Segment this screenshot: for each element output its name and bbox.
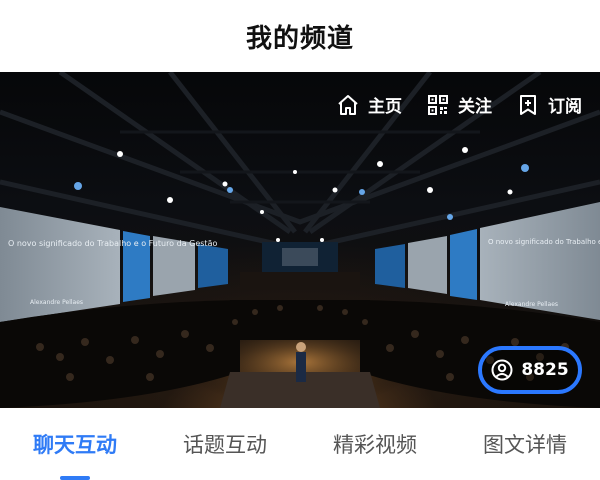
subscribe-label: 订阅	[548, 97, 582, 117]
home-button[interactable]: 主页	[336, 92, 402, 117]
tab-chat-label: 聊天互动	[33, 433, 117, 457]
subscribe-icon	[516, 93, 540, 117]
app-header: 我的频道	[0, 0, 600, 72]
tab-details-label: 图文详情	[483, 433, 567, 457]
page-title: 我的频道	[245, 23, 354, 54]
follow-button[interactable]: 关注	[426, 92, 492, 117]
tab-videos-label: 精彩视频	[333, 433, 417, 457]
left-screen-title: O novo significado do Trabalho e o Futur…	[8, 239, 217, 248]
tab-details[interactable]: 图文详情	[450, 408, 600, 480]
home-label: 主页	[368, 97, 402, 117]
home-icon	[336, 93, 360, 117]
channel-tabs: 聊天互动 话题互动 精彩视频 图文详情	[0, 408, 600, 480]
user-icon	[491, 359, 513, 381]
follow-label: 关注	[458, 97, 492, 117]
right-screen-title: O novo significado do Trabalho e o Futur…	[488, 238, 600, 246]
right-screen-name: Alexandre Pellaes	[505, 301, 558, 308]
hero-action-bar: 主页 关注 订阅	[312, 92, 582, 117]
active-tab-indicator	[60, 476, 90, 480]
subscribe-button[interactable]: 订阅	[516, 92, 582, 117]
tab-chat[interactable]: 聊天互动	[0, 408, 150, 480]
viewer-count-badge[interactable]: 8825	[478, 346, 582, 394]
left-screen-name: Alexandre Pellaes	[30, 299, 83, 306]
qr-code-icon	[426, 93, 450, 117]
live-stream-cover[interactable]: O novo significado do Trabalho e o Futur…	[0, 72, 600, 408]
viewer-count: 8825	[521, 360, 569, 380]
tab-videos[interactable]: 精彩视频	[300, 408, 450, 480]
tab-topics-label: 话题互动	[183, 433, 267, 457]
tab-topics[interactable]: 话题互动	[150, 408, 300, 480]
